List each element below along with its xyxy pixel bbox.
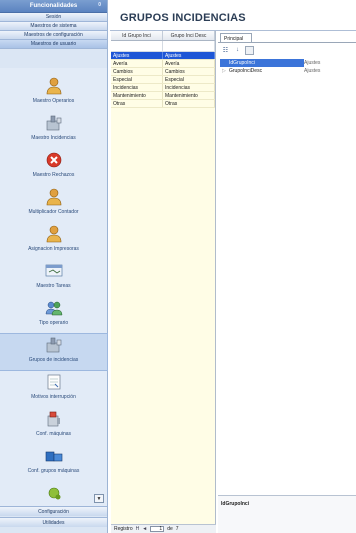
nav-item-label: Maestro Rechazos bbox=[32, 172, 75, 178]
cell-id: Especial bbox=[111, 76, 163, 83]
document-icon bbox=[45, 373, 63, 391]
filter-input-id[interactable] bbox=[111, 41, 163, 51]
property-editor: Principal ☷ ↓ IdGrupoInci Ajustes ▷ Grupo… bbox=[218, 31, 356, 533]
incident-icon bbox=[45, 114, 63, 132]
column-header-id[interactable]: Id Grupo Inci bbox=[111, 31, 163, 40]
nav-item-asignacion-impresoras[interactable]: Asignacion Impresoras bbox=[0, 223, 107, 259]
nav-item-label: Maestro Tareas bbox=[36, 283, 71, 289]
chevron-down-icon[interactable]: ▼ bbox=[94, 494, 104, 503]
reject-icon bbox=[45, 151, 63, 169]
nav-item-label: Maestro Incidencias bbox=[31, 135, 76, 141]
page-title: GRUPOS INCIDENCIAS bbox=[120, 12, 246, 24]
nav-group-maestros-usuario[interactable]: Maestros de usuario bbox=[0, 40, 107, 49]
property-name: GrupoInciDesc bbox=[229, 68, 263, 74]
cell-desc: Incidencias bbox=[163, 84, 215, 91]
cell-id: Avería bbox=[111, 60, 163, 67]
nav-item-label: Grupos de incidencias bbox=[28, 357, 79, 363]
nav-header-label: Funcionalidades bbox=[29, 3, 78, 9]
cell-id: Otras bbox=[111, 100, 163, 107]
tab-divider bbox=[218, 42, 356, 43]
nav-item-maestro-tareas[interactable]: Maestro Tareas bbox=[0, 260, 107, 296]
record-number-input[interactable]: 1 bbox=[150, 526, 165, 532]
cell-desc: Mantenimiento bbox=[163, 92, 215, 99]
filter-input-desc[interactable] bbox=[163, 41, 215, 51]
machine-icon bbox=[45, 410, 63, 428]
nav-group-utilidades[interactable]: Utilidades bbox=[0, 517, 107, 527]
nav-item-conf-maquinas[interactable]: Conf. máquinas bbox=[0, 408, 107, 444]
cell-id: Mantenimiento bbox=[111, 92, 163, 99]
property-name: IdGrupoInci bbox=[229, 60, 255, 66]
cell-desc: Otras bbox=[163, 100, 215, 107]
table-row[interactable]: Especial Especial bbox=[111, 76, 215, 84]
cell-desc: Ajustes bbox=[163, 52, 215, 59]
nav-item-multiplicador-contador[interactable]: Multiplicador Contador bbox=[0, 186, 107, 222]
navigation-panel: Funcionalidades 0 Sesión Maestros de sis… bbox=[0, 0, 108, 533]
nav-header[interactable]: Funcionalidades 0 bbox=[0, 0, 107, 13]
data-grid: Id Grupo Inci Grupo Inci Desc Ajustes Aj… bbox=[111, 31, 216, 533]
nav-item-label: Maestro Operarios bbox=[32, 98, 75, 104]
record-of-label: de bbox=[167, 526, 173, 532]
nav-item-label: Tipo operario bbox=[38, 320, 69, 326]
nav-group-sesion[interactable]: Sesión bbox=[0, 13, 107, 22]
table-row[interactable]: Cambios Cambios bbox=[111, 68, 215, 76]
pin-icon[interactable]: 0 bbox=[98, 2, 101, 8]
record-navigator: Registro H ◄ 1 de 7 bbox=[111, 524, 216, 533]
nav-item-label: Conf. máquinas bbox=[35, 431, 72, 437]
incident-groups-icon bbox=[45, 336, 63, 354]
nav-item-maestro-incidencias[interactable]: Maestro Incidencias bbox=[0, 112, 107, 148]
cell-id: Ajustes bbox=[111, 52, 163, 59]
property-value[interactable]: Ajustes bbox=[304, 59, 354, 67]
table-row[interactable]: Incidencias Incidencias bbox=[111, 84, 215, 92]
nav-item-maestro-operarios[interactable]: Maestro Operarios bbox=[0, 75, 107, 111]
nav-item-label: Conf. grupos máquinas bbox=[27, 468, 80, 474]
expand-icon[interactable]: ▷ bbox=[222, 68, 226, 74]
table-row[interactable]: Ajustes Ajustes bbox=[111, 52, 215, 60]
property-toolbar: ☷ ↓ bbox=[221, 45, 254, 55]
nav-item-label: Asignacion Impresoras bbox=[28, 246, 79, 252]
nav-group-maestros-configuracion[interactable]: Maestros de configuración bbox=[0, 31, 107, 40]
table-row[interactable]: Mantenimiento Mantenimiento bbox=[111, 92, 215, 100]
user-icon bbox=[45, 225, 63, 243]
nav-item-partial[interactable] bbox=[0, 482, 107, 504]
tasks-icon bbox=[45, 262, 63, 280]
categorized-icon[interactable]: ☷ bbox=[221, 46, 230, 55]
nav-item-motivos-interrupcion[interactable]: Motivos interrupción bbox=[0, 371, 107, 407]
nav-item-tipo-operario[interactable]: Tipo operario bbox=[0, 297, 107, 333]
nav-group-configuracion[interactable]: Configuración bbox=[0, 506, 107, 516]
nav-item-conf-grupos-maquinas[interactable]: Conf. grupos máquinas bbox=[0, 445, 107, 481]
record-total: 7 bbox=[175, 526, 179, 532]
grid-header: Id Grupo Inci Grupo Inci Desc bbox=[111, 31, 215, 41]
property-pages-icon[interactable] bbox=[245, 45, 254, 55]
table-row[interactable]: Otras Otras bbox=[111, 100, 215, 108]
property-description-panel: IdGrupoInci bbox=[218, 495, 356, 533]
cell-id: Cambios bbox=[111, 68, 163, 75]
property-description-title: IdGrupoInci bbox=[221, 501, 250, 507]
nav-item-grupos-de-incidencias[interactable]: Grupos de incidencias bbox=[0, 333, 108, 371]
nav-group-maestros-sistema[interactable]: Maestros de sistema bbox=[0, 22, 107, 31]
first-record-button[interactable]: H bbox=[136, 526, 140, 532]
property-value[interactable]: Ajustes bbox=[304, 67, 354, 75]
cell-desc: Cambios bbox=[163, 68, 215, 75]
nav-item-list: Maestro Operarios Maestro Incidencias Ma… bbox=[0, 68, 108, 506]
property-row[interactable]: ▷ GrupoInciDesc Ajustes bbox=[220, 67, 354, 75]
cell-id: Incidencias bbox=[111, 84, 163, 91]
cell-desc: Avería bbox=[163, 60, 215, 67]
user-icon bbox=[45, 77, 63, 95]
table-row[interactable]: Avería Avería bbox=[111, 60, 215, 68]
nav-item-label: Motivos interrupción bbox=[31, 394, 76, 400]
cell-desc: Especial bbox=[163, 76, 215, 83]
record-label: Registro bbox=[114, 526, 133, 532]
grid-filter-row bbox=[111, 41, 215, 52]
nav-item-maestro-rechazos[interactable]: Maestro Rechazos bbox=[0, 149, 107, 185]
nav-item-label: Multiplicador Contador bbox=[28, 209, 79, 215]
users-icon bbox=[45, 299, 63, 317]
partial-icon bbox=[45, 484, 63, 502]
user-icon bbox=[45, 188, 63, 206]
sort-alphabetical-icon[interactable]: ↓ bbox=[233, 46, 242, 55]
column-header-desc[interactable]: Grupo Inci Desc bbox=[163, 31, 215, 40]
machine-groups-icon bbox=[45, 447, 63, 465]
prev-record-button[interactable]: ◄ bbox=[142, 526, 147, 532]
property-row[interactable]: IdGrupoInci Ajustes bbox=[220, 59, 354, 67]
